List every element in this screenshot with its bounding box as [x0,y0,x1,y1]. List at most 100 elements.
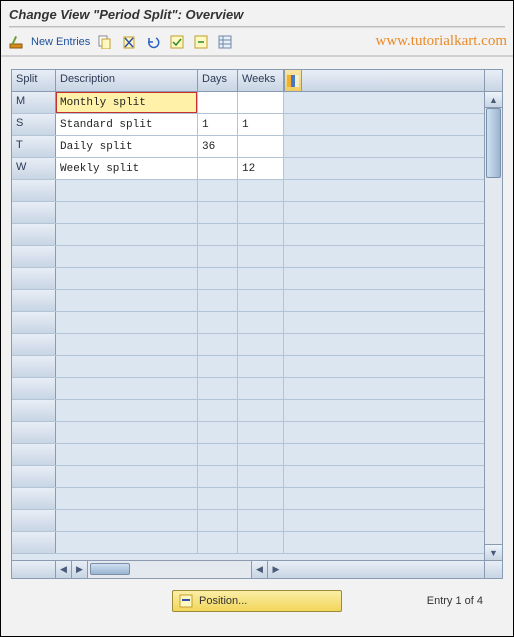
empty-cell [12,334,56,355]
vscroll-up-icon[interactable]: ▲ [485,92,502,108]
cell-input[interactable] [56,92,197,113]
hscroll-left2-icon[interactable]: ◀ [252,561,268,578]
cell-input[interactable] [238,158,283,179]
empty-cell [12,202,56,223]
empty-cell [238,246,284,267]
hscroll-right-icon[interactable]: ▶ [72,561,88,578]
vscroll-thumb[interactable] [486,108,501,178]
table-row-empty [12,532,484,554]
table-row: M [12,92,484,114]
table-row-empty [12,444,484,466]
cell-input[interactable] [56,114,197,135]
hscroll-left-icon[interactable]: ◀ [56,561,72,578]
cell-input[interactable] [56,136,197,157]
cell-input[interactable] [198,92,237,113]
empty-cell [198,268,238,289]
empty-cell [198,378,238,399]
row-header[interactable]: M [12,92,56,113]
horizontal-scrollbar[interactable]: ◀ ▶ ◀ ▶ [12,560,484,578]
table-row-empty [12,356,484,378]
title-divider [9,26,505,28]
cell-weeks [238,114,284,135]
empty-cell [238,400,284,421]
cell-days [198,92,238,113]
table-row-empty [12,246,484,268]
select-all-icon[interactable] [168,33,186,51]
cell-days [198,114,238,135]
empty-cell [198,400,238,421]
new-entries-link[interactable]: New Entries [31,36,90,48]
col-header-days[interactable]: Days [198,70,238,91]
table-row-empty [12,312,484,334]
cell-input[interactable] [198,136,237,157]
table: Split Description Days Weeks MSTW ◀ ▶ [11,69,503,579]
cell-input[interactable] [238,92,283,113]
hscroll-right2-icon[interactable]: ▶ [268,561,284,578]
empty-cell [56,422,198,443]
empty-cell [198,532,238,553]
cell-input[interactable] [56,158,197,179]
empty-cell [238,356,284,377]
content-area: Split Description Days Weeks MSTW ◀ ▶ [1,57,513,583]
deselect-all-icon[interactable] [192,33,210,51]
split-value: M [12,92,55,113]
empty-cell [198,356,238,377]
empty-cell [56,202,198,223]
cell-input[interactable] [198,114,237,135]
empty-cell [238,532,284,553]
vertical-scrollbar[interactable]: ▲ ▼ [484,70,502,578]
cell-input[interactable] [198,158,237,179]
table-header-row: Split Description Days Weeks [12,70,484,92]
empty-cell [198,224,238,245]
empty-cell [56,400,198,421]
configure-columns-icon[interactable] [284,70,302,91]
row-header[interactable]: W [12,158,56,179]
cell-description [56,136,198,157]
table-row-empty [12,290,484,312]
change-icon[interactable] [7,33,25,51]
position-button[interactable]: Position... [172,590,342,612]
empty-cell [12,268,56,289]
empty-cell [12,510,56,531]
undo-icon[interactable] [144,33,162,51]
empty-cell [198,422,238,443]
col-header-weeks[interactable]: Weeks [238,70,284,91]
empty-cell [238,268,284,289]
split-value: T [12,136,55,157]
col-header-description[interactable]: Description [56,70,198,91]
table-row-empty [12,268,484,290]
empty-cell [198,488,238,509]
table-row: W [12,158,484,180]
position-icon [179,594,193,608]
empty-cell [198,180,238,201]
row-selector-footer [12,561,56,578]
table-settings-icon[interactable] [216,33,234,51]
app-window: Change View "Period Split": Overview New… [0,0,514,637]
empty-cell [238,290,284,311]
row-header[interactable]: T [12,136,56,157]
split-value: S [12,114,55,135]
vscroll-track[interactable] [485,108,502,544]
empty-cell [12,290,56,311]
hscroll-track-left[interactable] [88,561,251,578]
empty-cell [238,444,284,465]
empty-cell [238,334,284,355]
table-row-empty [12,466,484,488]
empty-cell [12,444,56,465]
table-row-empty [12,180,484,202]
cell-input[interactable] [238,136,283,157]
hscroll-thumb-left[interactable] [90,563,130,575]
empty-cell [198,466,238,487]
empty-cell [198,290,238,311]
empty-cell [56,246,198,267]
cell-input[interactable] [238,114,283,135]
footer: Position... Entry 1 of 4 [1,580,513,622]
page-title: Change View "Period Split": Overview [9,7,243,22]
empty-cell [12,488,56,509]
row-header[interactable]: S [12,114,56,135]
delete-icon[interactable] [120,33,138,51]
empty-cell [56,290,198,311]
copy-icon[interactable] [96,33,114,51]
col-header-split[interactable]: Split [12,70,56,91]
vscroll-down-icon[interactable]: ▼ [485,544,502,560]
